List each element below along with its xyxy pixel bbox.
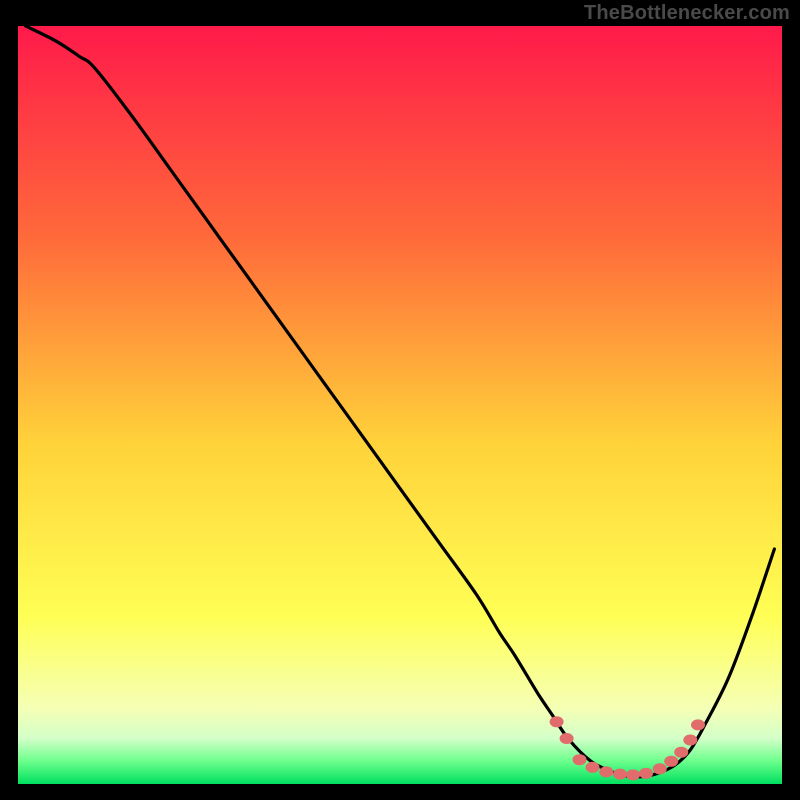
optimal-dot xyxy=(599,766,613,777)
watermark-text: TheBottlenecker.com xyxy=(584,2,790,25)
plot-area xyxy=(18,26,782,784)
optimal-dot xyxy=(550,716,564,727)
optimal-dot xyxy=(560,733,574,744)
optimal-dot xyxy=(586,762,600,773)
optimal-dot xyxy=(674,747,688,758)
optimal-dot xyxy=(613,769,627,780)
chart-frame: TheBottlenecker.com xyxy=(0,0,800,800)
optimal-dot xyxy=(639,768,653,779)
optimal-dot xyxy=(653,763,667,774)
optimal-dot xyxy=(664,756,678,767)
bottleneck-chart xyxy=(18,26,782,784)
gradient-background xyxy=(18,26,782,784)
optimal-dot xyxy=(573,754,587,765)
optimal-dot xyxy=(626,769,640,780)
optimal-dot xyxy=(691,719,705,730)
optimal-dot xyxy=(683,735,697,746)
